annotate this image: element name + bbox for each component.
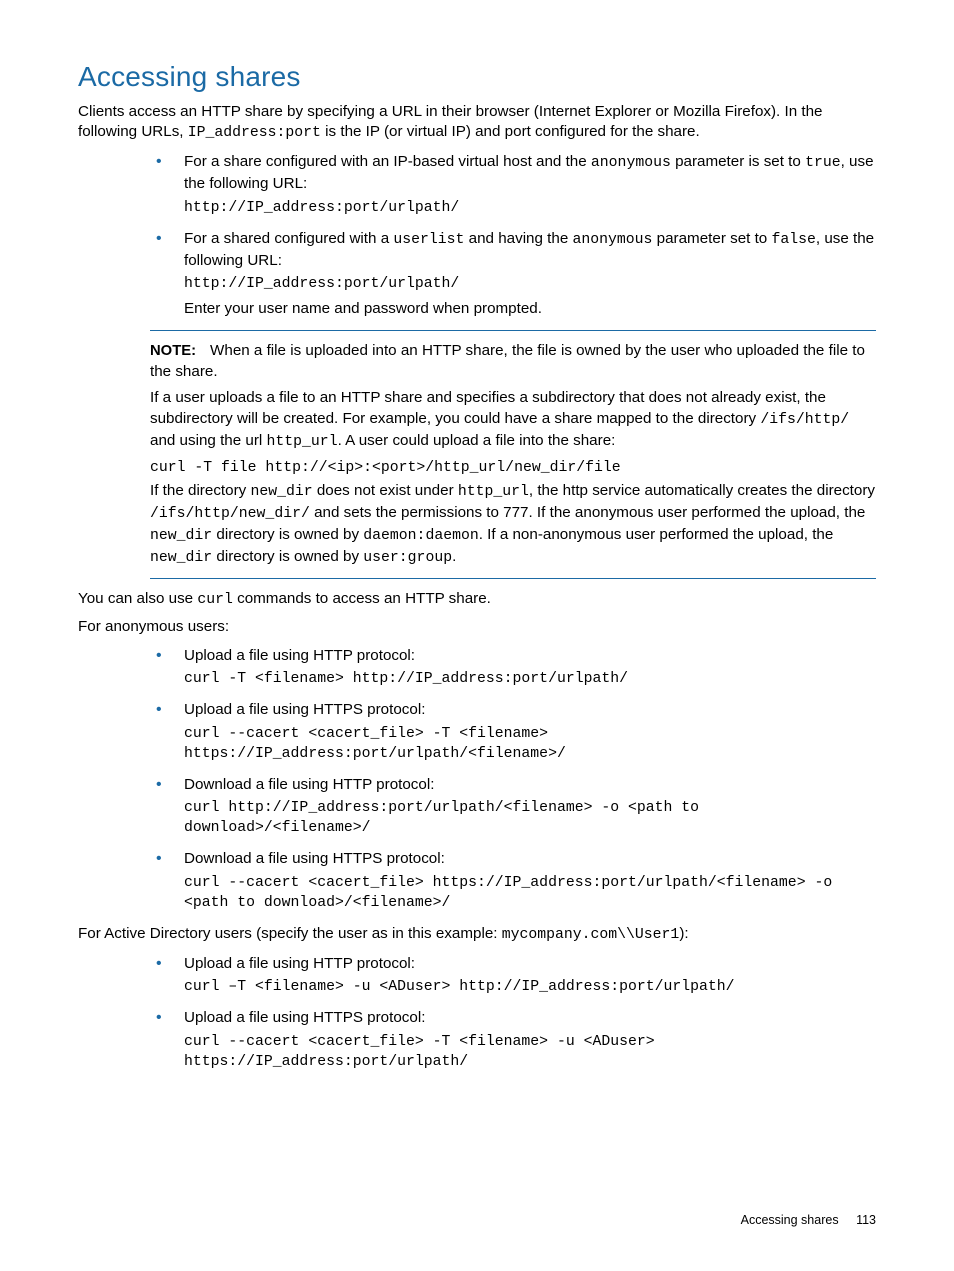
text-mono: true bbox=[805, 155, 841, 171]
text-mono: IP_address:port bbox=[188, 125, 321, 141]
code-block: curl http://IP_address:port/urlpath/<fil… bbox=[184, 799, 876, 839]
text: Upload a file using HTTPS protocol: bbox=[184, 701, 425, 718]
list-anon-curl: Upload a file using HTTP protocol: curl … bbox=[150, 646, 876, 914]
text-mono: new_dir bbox=[250, 484, 312, 500]
text: Upload a file using HTTPS protocol: bbox=[184, 1009, 425, 1026]
code-block: http://IP_address:port/urlpath/ bbox=[184, 275, 876, 295]
text-mono: new_dir bbox=[150, 550, 212, 566]
footer-label: Accessing shares bbox=[741, 1213, 839, 1227]
text-mono: mycompany.com\\User1 bbox=[502, 927, 680, 943]
text: . A user could upload a file into the sh… bbox=[338, 432, 616, 449]
code-block: curl --cacert <cacert_file> -T <filename… bbox=[184, 1033, 876, 1073]
para: You can also use curl commands to access… bbox=[78, 589, 876, 611]
text: For a share configured with an IP-based … bbox=[184, 153, 591, 170]
code-block: http://IP_address:port/urlpath/ bbox=[184, 199, 876, 219]
text-mono: false bbox=[771, 232, 815, 248]
text: For a shared configured with a bbox=[184, 230, 393, 247]
code-block: curl --cacert <cacert_file> -T <filename… bbox=[184, 725, 876, 765]
note-label: NOTE: bbox=[150, 343, 196, 359]
text: commands to access an HTTP share. bbox=[233, 590, 491, 607]
code-block: curl --cacert <cacert_file> https://IP_a… bbox=[184, 874, 876, 914]
text-mono: http_url bbox=[267, 434, 338, 450]
code-block: curl –T <filename> -u <ADuser> http://IP… bbox=[184, 978, 876, 998]
list-item: Upload a file using HTTPS protocol: curl… bbox=[150, 700, 876, 764]
text: directory is owned by bbox=[212, 548, 363, 565]
text: When a file is uploaded into an HTTP sha… bbox=[150, 342, 865, 380]
text: If the directory bbox=[150, 482, 250, 499]
list-item: Upload a file using HTTP protocol: curl … bbox=[150, 646, 876, 690]
text: You can also use bbox=[78, 590, 197, 607]
text-mono: /ifs/http/ bbox=[760, 412, 849, 428]
intro-para: Clients access an HTTP share by specifyi… bbox=[78, 102, 876, 144]
text-mono: new_dir bbox=[150, 528, 212, 544]
text-mono: userlist bbox=[393, 232, 464, 248]
code-block: curl -T <filename> http://IP_address:por… bbox=[184, 670, 876, 690]
text: Download a file using HTTP protocol: bbox=[184, 776, 434, 793]
text: Enter your user name and password when p… bbox=[184, 299, 876, 320]
text-mono: curl bbox=[197, 592, 233, 608]
text-mono: anonymous bbox=[573, 232, 653, 248]
text: ): bbox=[679, 925, 688, 942]
para: For Active Directory users (specify the … bbox=[78, 924, 876, 946]
text: . If a non-anonymous user performed the … bbox=[479, 526, 834, 543]
text-mono: daemon:daemon bbox=[363, 528, 478, 544]
text: does not exist under bbox=[313, 482, 458, 499]
list-share-urls: For a share configured with an IP-based … bbox=[150, 152, 876, 319]
list-item: Download a file using HTTP protocol: cur… bbox=[150, 775, 876, 839]
text-mono: /ifs/http/new_dir/ bbox=[150, 506, 310, 522]
page-number: 113 bbox=[856, 1213, 876, 1227]
text-mono: user:group bbox=[363, 550, 452, 566]
note-para: If a user uploads a file to an HTTP shar… bbox=[150, 388, 876, 452]
note-para: If the directory new_dir does not exist … bbox=[150, 481, 876, 569]
text: If a user uploads a file to an HTTP shar… bbox=[150, 389, 826, 427]
list-item: For a shared configured with a userlist … bbox=[150, 229, 876, 320]
text: . bbox=[452, 548, 456, 565]
text: and having the bbox=[464, 230, 572, 247]
text: Download a file using HTTPS protocol: bbox=[184, 850, 445, 867]
text: parameter is set to bbox=[671, 153, 805, 170]
page-title: Accessing shares bbox=[78, 58, 876, 96]
list-item: Download a file using HTTPS protocol: cu… bbox=[150, 849, 876, 913]
list-item: Upload a file using HTTPS protocol: curl… bbox=[150, 1008, 876, 1072]
code-block: curl -T file http://<ip>:<port>/http_url… bbox=[150, 459, 876, 479]
text: , the http service automatically creates… bbox=[529, 482, 875, 499]
para: For anonymous users: bbox=[78, 617, 876, 638]
text: For Active Directory users (specify the … bbox=[78, 925, 502, 942]
list-ad-curl: Upload a file using HTTP protocol: curl … bbox=[150, 954, 876, 1073]
note-box: NOTE:When a file is uploaded into an HTT… bbox=[150, 330, 876, 580]
text-mono: anonymous bbox=[591, 155, 671, 171]
text: and sets the permissions to 777. If the … bbox=[310, 504, 866, 521]
page-footer: Accessing shares 113 bbox=[741, 1212, 876, 1229]
note-para: NOTE:When a file is uploaded into an HTT… bbox=[150, 341, 876, 382]
text: Upload a file using HTTP protocol: bbox=[184, 647, 415, 664]
text: parameter set to bbox=[652, 230, 771, 247]
list-item: Upload a file using HTTP protocol: curl … bbox=[150, 954, 876, 998]
list-item: For a share configured with an IP-based … bbox=[150, 152, 876, 218]
text: Upload a file using HTTP protocol: bbox=[184, 955, 415, 972]
text: is the IP (or virtual IP) and port confi… bbox=[321, 123, 700, 140]
text: and using the url bbox=[150, 432, 267, 449]
text-mono: http_url bbox=[458, 484, 529, 500]
text: directory is owned by bbox=[212, 526, 363, 543]
